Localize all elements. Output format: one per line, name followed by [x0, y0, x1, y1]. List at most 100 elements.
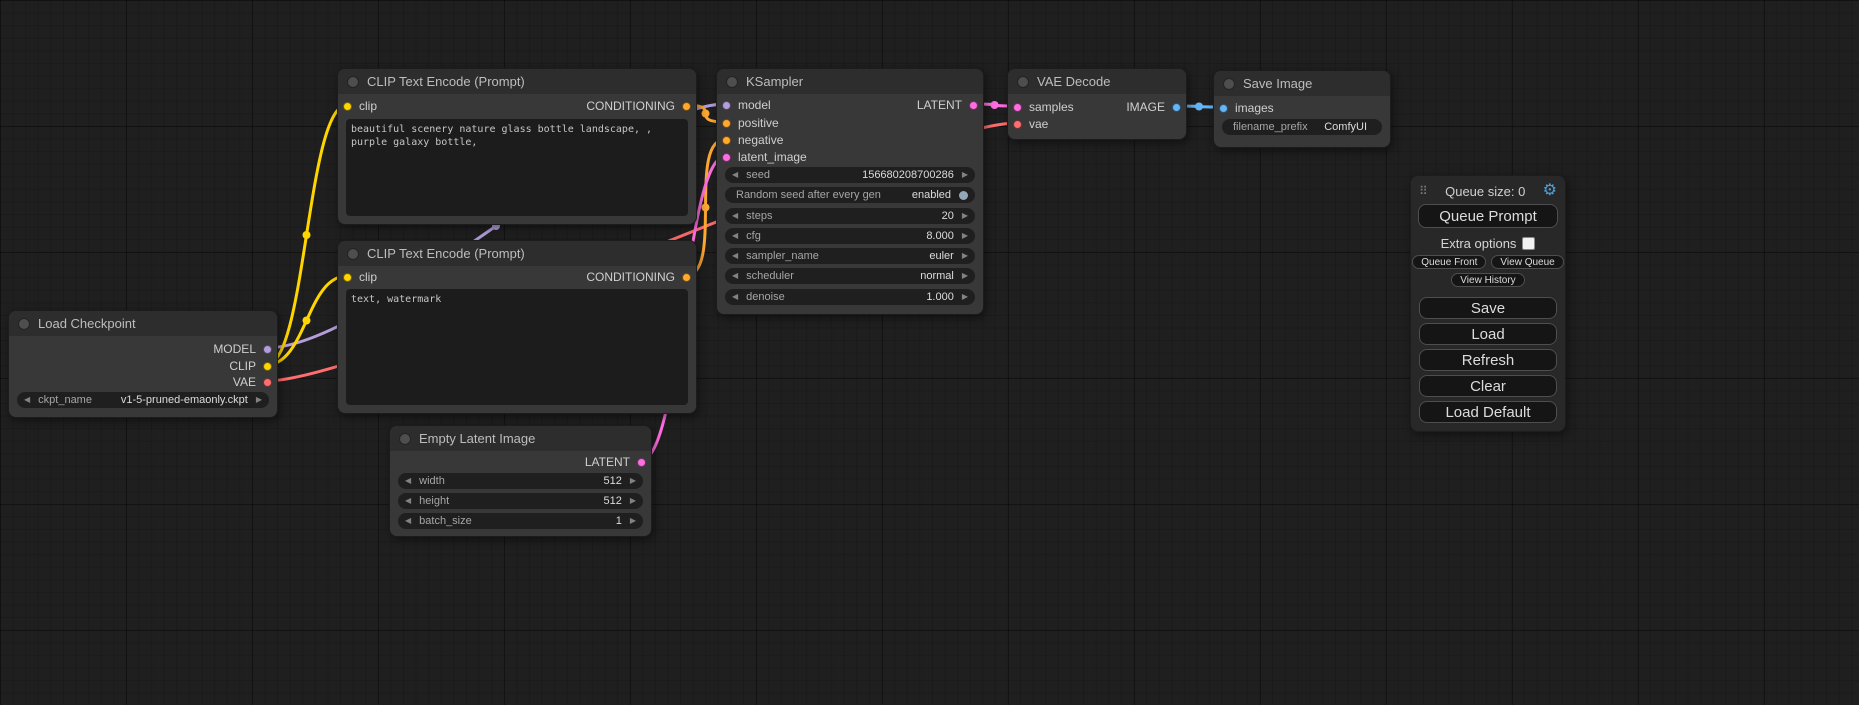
- node-titlebar[interactable]: CLIP Text Encode (Prompt): [338, 69, 696, 94]
- clip-port[interactable]: [343, 273, 352, 282]
- collapse-dot-icon[interactable]: [1017, 76, 1029, 88]
- vae-port[interactable]: [263, 378, 272, 387]
- widget-ckpt-name[interactable]: ◀ckpt_namev1-5-pruned-emaonly.ckpt▶: [17, 392, 269, 408]
- decrement-arrow-icon[interactable]: ◀: [405, 513, 411, 529]
- node-clip-text-encode-positive[interactable]: CLIP Text Encode (Prompt)clipCONDITIONIN…: [337, 68, 697, 225]
- widget-filename-prefix[interactable]: filename_prefix ComfyUI: [1222, 119, 1382, 135]
- widget-label: filename_prefix: [1233, 121, 1308, 133]
- settings-gear-icon[interactable]: ⚙: [1543, 183, 1557, 199]
- positive-port[interactable]: [722, 119, 731, 128]
- node-save-image[interactable]: Save Imageimagesfilename_prefixComfyUI: [1213, 70, 1391, 148]
- model-port[interactable]: [722, 101, 731, 110]
- clip-port[interactable]: [263, 362, 272, 371]
- load-button[interactable]: Load: [1419, 323, 1557, 345]
- extra-options-checkbox[interactable]: [1522, 237, 1535, 250]
- widget-label: scheduler: [746, 270, 794, 282]
- images-port[interactable]: [1219, 104, 1228, 113]
- slot-label: clip: [359, 99, 377, 113]
- collapse-dot-icon[interactable]: [726, 76, 738, 88]
- increment-arrow-icon[interactable]: ▶: [630, 513, 636, 529]
- decrement-arrow-icon[interactable]: ◀: [732, 167, 738, 183]
- widget-value: 512: [603, 475, 621, 487]
- prompt-textarea[interactable]: text, watermark: [346, 289, 688, 405]
- node-vae-decode[interactable]: VAE DecodesamplesvaeIMAGE: [1007, 68, 1187, 140]
- latent-port[interactable]: [637, 458, 646, 467]
- collapse-dot-icon[interactable]: [18, 318, 30, 330]
- queue-front-button[interactable]: Queue Front: [1412, 255, 1486, 269]
- increment-arrow-icon[interactable]: ▶: [256, 392, 262, 408]
- clip-port[interactable]: [343, 102, 352, 111]
- conditioning-port[interactable]: [682, 273, 691, 282]
- vae-port[interactable]: [1013, 120, 1022, 129]
- prompt-textarea[interactable]: beautiful scenery nature glass bottle la…: [346, 119, 688, 216]
- link-midpoint-dot: [702, 204, 710, 212]
- widget-seed[interactable]: ◀seed156680208700286▶: [725, 167, 975, 183]
- link-midpoint-dot: [702, 110, 710, 118]
- increment-arrow-icon[interactable]: ▶: [962, 289, 968, 305]
- widget-scheduler[interactable]: ◀schedulernormal▶: [725, 268, 975, 284]
- decrement-arrow-icon[interactable]: ◀: [405, 473, 411, 489]
- collapse-dot-icon[interactable]: [1223, 78, 1235, 90]
- widget-random-seed-after-every-gen[interactable]: Random seed after every genenabled: [725, 187, 975, 203]
- clear-button[interactable]: Clear: [1419, 375, 1557, 397]
- node-load-checkpoint[interactable]: Load CheckpointMODELCLIPVAE◀ckpt_namev1-…: [8, 310, 278, 418]
- increment-arrow-icon[interactable]: ▶: [630, 473, 636, 489]
- node-titlebar[interactable]: Save Image: [1214, 71, 1390, 96]
- decrement-arrow-icon[interactable]: ◀: [732, 289, 738, 305]
- extra-options-label: Extra options: [1441, 236, 1517, 251]
- node-title: VAE Decode: [1037, 74, 1110, 89]
- node-graph-canvas[interactable]: CLIP Text Encode (Prompt)clipCONDITIONIN…: [0, 0, 1859, 705]
- decrement-arrow-icon[interactable]: ◀: [732, 268, 738, 284]
- queue-prompt-button[interactable]: Queue Prompt: [1418, 204, 1558, 228]
- latent-port[interactable]: [969, 101, 978, 110]
- widget-width[interactable]: ◀ width 512 ▶: [398, 473, 643, 489]
- node-clip-text-encode-negative[interactable]: CLIP Text Encode (Prompt)clipCONDITIONIN…: [337, 240, 697, 414]
- latent_image-port[interactable]: [722, 153, 731, 162]
- view-queue-button[interactable]: View Queue: [1491, 255, 1563, 269]
- widget-denoise[interactable]: ◀denoise1.000▶: [725, 289, 975, 305]
- node-titlebar[interactable]: CLIP Text Encode (Prompt): [338, 241, 696, 266]
- save-button[interactable]: Save: [1419, 297, 1557, 319]
- image-port[interactable]: [1172, 103, 1181, 112]
- increment-arrow-icon[interactable]: ▶: [962, 248, 968, 264]
- increment-arrow-icon[interactable]: ▶: [962, 208, 968, 224]
- widget-value: ComfyUI: [1324, 121, 1367, 133]
- collapse-dot-icon[interactable]: [399, 433, 411, 445]
- model-port[interactable]: [263, 345, 272, 354]
- samples-port[interactable]: [1013, 103, 1022, 112]
- increment-arrow-icon[interactable]: ▶: [630, 493, 636, 509]
- widget-height[interactable]: ◀height512▶: [398, 493, 643, 509]
- drag-handle-icon[interactable]: ⠿: [1419, 184, 1428, 198]
- increment-arrow-icon[interactable]: ▶: [962, 167, 968, 183]
- load-default-button[interactable]: Load Default: [1419, 401, 1557, 423]
- decrement-arrow-icon[interactable]: ◀: [24, 392, 30, 408]
- widget-value: 1: [616, 515, 622, 527]
- decrement-arrow-icon[interactable]: ◀: [732, 208, 738, 224]
- increment-arrow-icon[interactable]: ▶: [962, 268, 968, 284]
- node-titlebar[interactable]: Empty Latent Image: [390, 426, 651, 451]
- increment-arrow-icon[interactable]: ▶: [962, 228, 968, 244]
- widget-steps[interactable]: ◀steps20▶: [725, 208, 975, 224]
- widget-sampler-name[interactable]: ◀sampler_nameeuler▶: [725, 248, 975, 264]
- view-history-button[interactable]: View History: [1451, 273, 1524, 287]
- conditioning-port[interactable]: [682, 102, 691, 111]
- decrement-arrow-icon[interactable]: ◀: [732, 228, 738, 244]
- negative-port[interactable]: [722, 136, 731, 145]
- node-titlebar[interactable]: Load Checkpoint: [9, 311, 277, 336]
- node-ksampler[interactable]: KSamplermodelpositivenegativelatent_imag…: [716, 68, 984, 315]
- decrement-arrow-icon[interactable]: ◀: [732, 248, 738, 264]
- node-titlebar[interactable]: VAE Decode: [1008, 69, 1186, 94]
- decrement-arrow-icon[interactable]: ◀: [405, 493, 411, 509]
- refresh-button[interactable]: Refresh: [1419, 349, 1557, 371]
- toggle-indicator-icon[interactable]: [959, 191, 968, 200]
- node-titlebar[interactable]: KSampler: [717, 69, 983, 94]
- collapse-dot-icon[interactable]: [347, 76, 359, 88]
- queue-front-row: Queue Front View Queue: [1411, 255, 1565, 269]
- collapse-dot-icon[interactable]: [347, 248, 359, 260]
- slot-label: clip: [359, 270, 377, 284]
- widget-label: width: [419, 475, 445, 487]
- slot-label: MODEL: [213, 342, 256, 356]
- widget-batch-size[interactable]: ◀batch_size1▶: [398, 513, 643, 529]
- widget-cfg[interactable]: ◀cfg8.000▶: [725, 228, 975, 244]
- node-empty-latent-image[interactable]: Empty Latent ImageLATENT◀width512▶◀heigh…: [389, 425, 652, 537]
